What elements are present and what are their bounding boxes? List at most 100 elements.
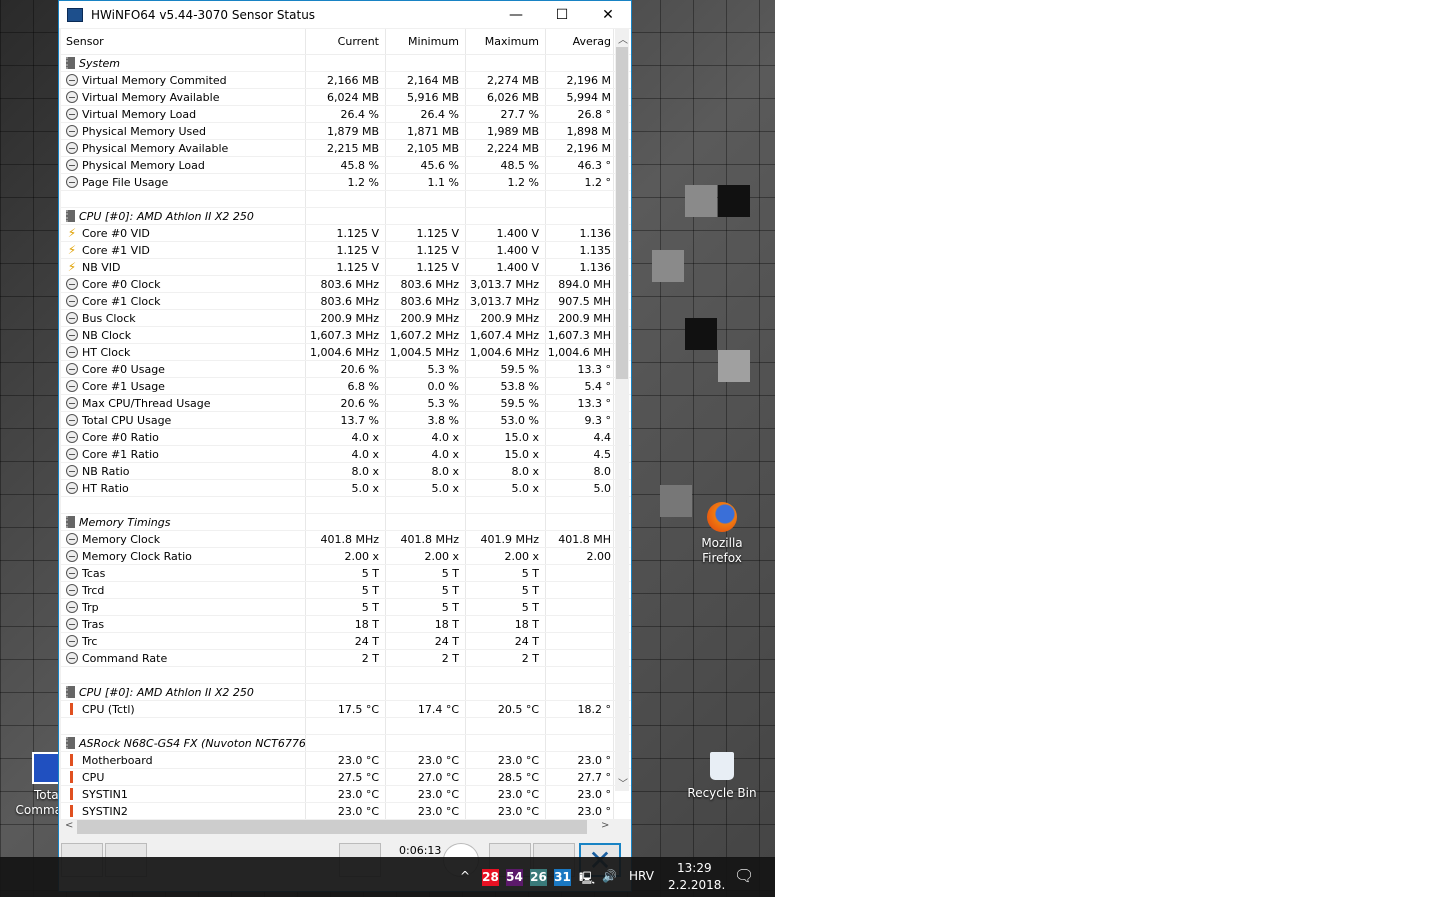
scroll-down-arrow-icon[interactable]: ﹀ (618, 775, 628, 790)
title-bar[interactable]: HWiNFO64 v5.44-3070 Sensor Status — ☐ ✕ (59, 1, 631, 28)
language-indicator[interactable]: HRV (629, 869, 654, 883)
tray-badge-temp[interactable]: 31 (554, 869, 571, 886)
scroll-right-arrow-icon[interactable]: > (601, 820, 609, 831)
sensor-row[interactable]: SYSTIN1 23.0 °C 23.0 °C 23.0 °C 23.0 ° (61, 786, 631, 803)
desktop-icon-total-commander[interactable]: Total Comma (6, 752, 62, 818)
sensor-row[interactable]: Bus Clock 200.9 MHz 200.9 MHz 200.9 MHz 200.… (61, 310, 631, 327)
sensor-row[interactable]: Motherboard 23.0 °C 23.0 °C 23.0 °C 23.0 ° (61, 752, 631, 769)
current-cell: 27.5 °C (306, 769, 386, 785)
column-header-average[interactable]: Averag (546, 29, 614, 54)
average-cell (546, 55, 614, 71)
vertical-scroll-thumb[interactable] (616, 47, 628, 379)
maximize-button[interactable]: ☐ (539, 7, 585, 23)
sensor-group-row[interactable]: CPU [#0]: AMD Athlon II X2 250 (61, 208, 631, 225)
sensor-row[interactable]: SYSTIN2 23.0 °C 23.0 °C 23.0 °C 23.0 ° (61, 803, 631, 819)
clock-time[interactable]: 13:29 (677, 861, 712, 875)
sensor-row[interactable]: Trc 24 T 24 T 24 T (61, 633, 631, 650)
sensor-row[interactable]: Core #0 Ratio 4.0 x 4.0 x 15.0 x 4.4 (61, 429, 631, 446)
sensor-row[interactable]: ⚡ Core #1 VID 1.125 V 1.125 V 1.400 V 1.135 (61, 242, 631, 259)
minimum-cell: 2.00 x (386, 548, 466, 564)
column-header-minimum[interactable]: Minimum (386, 29, 466, 54)
gauge-icon (66, 142, 78, 154)
show-hidden-icons-chevron-icon[interactable]: ^ (460, 869, 470, 883)
blank-row[interactable] (61, 497, 631, 514)
gauge-icon (66, 312, 78, 324)
sensor-group-row[interactable]: ASRock N68C-GS4 FX (Nuvoton NCT6776F) (61, 735, 631, 752)
sensor-row[interactable]: CPU 27.5 °C 27.0 °C 28.5 °C 27.7 ° (61, 769, 631, 786)
average-cell: 4.4 (546, 429, 614, 445)
tray-badge-temp[interactable]: 28 (482, 869, 499, 886)
sensor-row[interactable]: Tras 18 T 18 T 18 T (61, 616, 631, 633)
blank-row[interactable] (61, 667, 631, 684)
maximum-cell (466, 684, 546, 700)
sensor-row[interactable]: Command Rate 2 T2 T2 T (61, 650, 631, 667)
tray-badge-temp[interactable]: 54 (506, 869, 523, 886)
sensor-group-row[interactable]: CPU [#0]: AMD Athlon II X2 250 (61, 684, 631, 701)
sensor-row[interactable]: Tcas 5 T5 T5 T (61, 565, 631, 582)
column-header-current[interactable]: Current (306, 29, 386, 54)
sensor-row[interactable]: Memory Clock Ratio 2.00 x 2.00 x 2.00 x 2.00 (61, 548, 631, 565)
minimum-cell: 1,607.2 MHz (386, 327, 466, 343)
scroll-left-arrow-icon[interactable]: < (65, 820, 73, 831)
sensor-row[interactable]: Physical Memory Used 1,879 MB 1,871 MB 1,98… (61, 123, 631, 140)
network-icon[interactable]: 🖳 (579, 869, 595, 890)
sensor-group-row[interactable]: Memory Timings (61, 514, 631, 531)
sensor-row[interactable]: Physical Memory Available 2,215 MB 2,105 M… (61, 140, 631, 157)
blank-row[interactable] (61, 718, 631, 735)
close-button[interactable]: ✕ (585, 7, 631, 23)
sensor-row[interactable]: Core #0 Clock 803.6 MHz 803.6 MHz 3,013.7 M… (61, 276, 631, 293)
sensor-row[interactable]: Trcd 5 T5 T5 T (61, 582, 631, 599)
volume-icon[interactable]: 🔊 (602, 869, 617, 883)
maximum-cell: 1.2 % (466, 174, 546, 190)
blank-row[interactable] (61, 191, 631, 208)
gauge-icon (66, 652, 78, 664)
sensor-row[interactable]: CPU (Tctl) 17.5 °C 17.4 °C 20.5 °C 18.2 ° (61, 701, 631, 718)
clock-date[interactable]: 2.2.2018. (668, 878, 725, 892)
minimize-button[interactable]: — (493, 7, 539, 23)
tray-badge-temp[interactable]: 26 (530, 869, 547, 886)
sensor-row[interactable]: Core #1 Clock 803.6 MHz 803.6 MHz 3,013.7 M… (61, 293, 631, 310)
column-header-sensor[interactable]: Sensor (61, 29, 306, 54)
average-cell: 23.0 ° (546, 752, 614, 768)
scroll-up-arrow-icon[interactable]: ︿ (618, 31, 628, 46)
sensor-row[interactable]: NB Ratio 8.0 x 8.0 x 8.0 x 8.0 (61, 463, 631, 480)
sensor-name-cell: HT Ratio (61, 480, 306, 496)
sensor-row[interactable]: Trp 5 T5 T5 T (61, 599, 631, 616)
sensor-row[interactable]: Total CPU Usage 13.7 % 3.8 % 53.0 % 9.3 ° (61, 412, 631, 429)
minimum-cell: 24 T (386, 633, 466, 649)
vertical-scrollbar[interactable]: ︿ ﹀ (615, 29, 629, 791)
sensor-row[interactable]: Core #0 Usage 20.6 % 5.3 % 59.5 % 13.3 ° (61, 361, 631, 378)
minimum-cell: 5.0 x (386, 480, 466, 496)
horizontal-scrollbar[interactable]: < > (61, 819, 615, 835)
sensor-row[interactable]: Virtual Memory Load 26.4 % 26.4 % 27.7 % 26.… (61, 106, 631, 123)
sensor-name-cell: Memory Clock (61, 531, 306, 547)
horizontal-scroll-thumb[interactable] (77, 820, 587, 834)
sensor-row[interactable]: Core #1 Ratio 4.0 x 4.0 x 15.0 x 4.5 (61, 446, 631, 463)
minimum-cell: 5.3 % (386, 361, 466, 377)
sensor-label: NB Ratio (82, 464, 130, 478)
sensor-row[interactable]: Page File Usage 1.2 % 1.1 % 1.2 % 1.2 ° (61, 174, 631, 191)
sensor-row[interactable]: ⚡ NB VID 1.125 V 1.125 V 1.400 V 1.136 (61, 259, 631, 276)
desktop-icon-recycle-bin[interactable]: Recycle Bin (686, 752, 758, 801)
average-cell (546, 718, 614, 734)
sensor-row[interactable]: Virtual Memory Available 6,024 MB 5,916 MB… (61, 89, 631, 106)
sensor-label: CPU [#0]: AMD Athlon II X2 250 (79, 209, 254, 223)
sensor-row[interactable]: Physical Memory Load 45.8 % 45.6 % 48.5 % 46… (61, 157, 631, 174)
sensor-row[interactable]: Virtual Memory Commited 2,166 MB 2,164 MB 2… (61, 72, 631, 89)
desktop-icon-firefox[interactable]: Mozilla Firefox (690, 502, 754, 566)
sensor-name-cell: Core #1 Clock (61, 293, 306, 309)
sensor-row[interactable]: Core #1 Usage 6.8 % 0.0 % 53.8 % 5.4 ° (61, 378, 631, 395)
sensor-row[interactable]: Memory Clock 401.8 MHz 401.8 MHz 401.9 MHz 4… (61, 531, 631, 548)
current-cell: 18 T (306, 616, 386, 632)
sensor-row[interactable]: ⚡ Core #0 VID 1.125 V 1.125 V 1.400 V 1.136 (61, 225, 631, 242)
sensor-row[interactable]: HT Ratio 5.0 x 5.0 x 5.0 x 5.0 (61, 480, 631, 497)
lightning-icon: ⚡ (67, 260, 77, 274)
action-center-icon[interactable]: 🗨 (734, 866, 754, 885)
minimum-cell (386, 55, 466, 71)
column-header-maximum[interactable]: Maximum (466, 29, 546, 54)
minimum-cell: 23.0 °C (386, 786, 466, 802)
sensor-group-row[interactable]: System (61, 55, 631, 72)
sensor-row[interactable]: NB Clock 1,607.3 MHz 1,607.2 MHz 1,607.4 MH… (61, 327, 631, 344)
sensor-row[interactable]: Max CPU/Thread Usage 20.6 % 5.3 % 59.5 % 13.… (61, 395, 631, 412)
sensor-row[interactable]: HT Clock 1,004.6 MHz 1,004.5 MHz 1,004.6 MH… (61, 344, 631, 361)
